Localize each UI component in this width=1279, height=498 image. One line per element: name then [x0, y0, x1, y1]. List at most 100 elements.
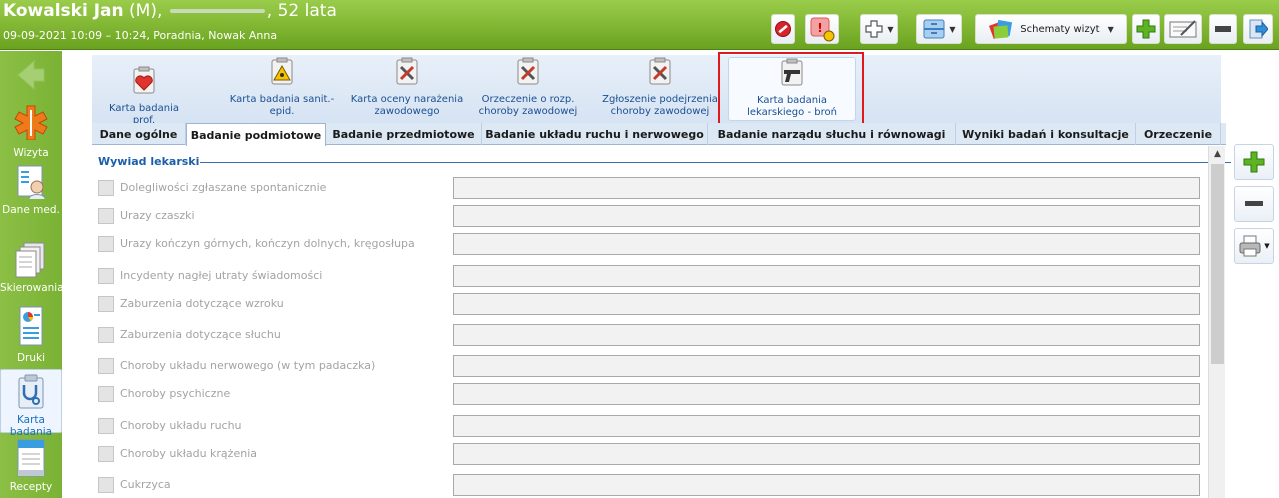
sidebar-item-dane-med[interactable]: Dane med. — [0, 163, 62, 223]
prescription-icon — [17, 439, 45, 477]
patient-age: , 52 lata — [266, 1, 337, 21]
visit-schemes-button[interactable]: Schematy wizyt ▼ — [975, 14, 1127, 44]
ribbon-button-karta-oceny-narazenia[interactable]: Karta oceny narażenia zawodowego — [344, 57, 470, 121]
section-title: Wywiad lekarski — [98, 155, 200, 168]
row-checkbox[interactable] — [98, 446, 114, 462]
archive-button[interactable]: ▼ — [916, 14, 962, 44]
edit-button[interactable] — [1164, 14, 1202, 44]
row-input[interactable] — [453, 383, 1200, 405]
tab-bar: Dane ogólne Badanie podmiotowe Badanie p… — [92, 123, 1226, 147]
remove-button[interactable] — [1209, 14, 1237, 44]
chevron-down-icon: ▼ — [949, 24, 956, 34]
add-button[interactable] — [1132, 14, 1160, 44]
sidebar-item-druki[interactable]: Druki — [0, 305, 62, 371]
ribbon-button-orzeczenie-o-rozp[interactable]: Orzeczenie o rozp. choroby zawodowej — [474, 57, 582, 121]
biohazard-alert-icon: ! — [810, 17, 835, 42]
stethoscope-clipboard-icon — [18, 374, 44, 409]
row-input[interactable] — [453, 265, 1200, 287]
row-label: Cukrzyca — [120, 478, 171, 491]
chevron-down-icon: ▼ — [887, 24, 894, 34]
highlight-box — [718, 52, 864, 128]
tab-badanie-narzadu-sluchu[interactable]: Badanie narządu słuchu i równowagi — [708, 123, 956, 145]
scroll-up-arrow-icon[interactable]: ▲ — [1209, 149, 1226, 163]
form-row: Urazy kończyn górnych, kończyn dolnych, … — [98, 232, 1200, 256]
referrals-icon — [15, 242, 45, 278]
sidebar-label: Skierowania — [0, 282, 64, 294]
medical-record-icon — [17, 165, 46, 200]
sidebar-label: Recepty — [9, 481, 53, 493]
ribbon-label: zawodowego — [374, 106, 440, 117]
scroll-thumb[interactable] — [1211, 164, 1224, 364]
tab-badanie-przedmiotowe[interactable]: Badanie przedmiotowe — [326, 123, 482, 145]
ribbon-label: Zgłoszenie podejrzenia — [602, 94, 718, 105]
ribbon-button-karta-badania-prof[interactable]: Karta badania prof. — [98, 57, 190, 126]
row-label: Choroby układu nerwowego (w tym padaczka… — [120, 359, 376, 372]
exit-button[interactable] — [1243, 14, 1273, 44]
sidebar-label: Karta badania — [9, 414, 53, 438]
sidebar-item-back[interactable] — [0, 58, 62, 92]
sidebar-label: Wizyta — [13, 147, 49, 159]
row-label: Incydenty nagłej utraty świadomości — [120, 269, 323, 282]
sidebar-item-recepty[interactable]: Recepty — [0, 438, 62, 498]
tab-badanie-ukladu-ruchu[interactable]: Badanie układu ruchu i nerwowego — [482, 123, 708, 145]
row-checkbox[interactable] — [98, 386, 114, 402]
row-checkbox[interactable] — [98, 327, 114, 343]
medical-cross-button[interactable]: ▼ — [860, 14, 898, 44]
form-row: Dolegliwości zgłaszane spontanicznie — [98, 176, 1200, 200]
row-input[interactable] — [453, 415, 1200, 437]
row-label: Dolegliwości zgłaszane spontanicznie — [120, 181, 327, 194]
sidebar-item-wizyta[interactable]: Wizyta — [0, 104, 62, 160]
patient-sex: (M), — [129, 1, 163, 21]
sidebar-item-skierowania[interactable]: Skierowania — [0, 241, 64, 301]
row-input[interactable] — [453, 177, 1200, 199]
row-label: Urazy czaszki — [120, 209, 195, 222]
section-divider — [200, 162, 1279, 163]
row-label: Zaburzenia dotyczące wzroku — [120, 297, 284, 310]
row-input[interactable] — [453, 443, 1200, 465]
row-checkbox[interactable] — [98, 236, 114, 252]
tab-dane-ogolne[interactable]: Dane ogólne — [92, 123, 186, 145]
tab-wyniki-badan[interactable]: Wyniki badań i konsultacje — [956, 123, 1136, 145]
form-row: Choroby układu nerwowego (w tym padaczka… — [98, 354, 1200, 378]
redacted-pesel — [169, 9, 265, 13]
vertical-scrollbar[interactable]: ▲ — [1208, 146, 1225, 498]
minus-icon — [1215, 26, 1231, 32]
visit-info: 09-09-2021 10:09 – 10:24, Poradnia, Nowa… — [3, 29, 278, 42]
row-input[interactable] — [453, 205, 1200, 227]
row-checkbox[interactable] — [98, 477, 114, 493]
row-input[interactable] — [453, 293, 1200, 315]
remove-row-button[interactable] — [1234, 186, 1274, 222]
sidebar-item-karta-badania[interactable]: Karta badania — [0, 369, 62, 438]
alert-hazard-button[interactable]: ! — [805, 14, 839, 44]
block-button[interactable] — [771, 14, 795, 44]
form-row: Urazy czaszki — [98, 204, 1200, 228]
ribbon-button-karta-badania-sanit[interactable]: Karta badania sanit.- epid. — [224, 57, 340, 121]
chevron-down-icon: ▼ — [1107, 24, 1114, 34]
add-row-button[interactable] — [1234, 144, 1274, 180]
row-input[interactable] — [453, 233, 1200, 255]
row-checkbox[interactable] — [98, 208, 114, 224]
ribbon-label: Karta badania sanit.- — [229, 94, 335, 105]
ribbon-button-zgloszenie-podejrzenia[interactable]: Zgłoszenie podejrzenia choroby zawodowej — [602, 57, 718, 121]
form-row: Zaburzenia dotyczące wzroku — [98, 292, 1200, 316]
row-label: Zaburzenia dotyczące słuchu — [120, 328, 281, 341]
left-sidebar: Wizyta Dane med. Skierowania Druki Karta… — [0, 51, 64, 498]
row-checkbox[interactable] — [98, 268, 114, 284]
patient-title: Kowalski Jan (M), , 52 lata — [3, 1, 337, 21]
row-input[interactable] — [453, 474, 1200, 496]
row-checkbox[interactable] — [98, 180, 114, 196]
tab-orzeczenie[interactable]: Orzeczenie — [1136, 123, 1221, 145]
row-input[interactable] — [453, 355, 1200, 377]
plus-icon — [1136, 19, 1156, 39]
right-action-panel: ▼ — [1231, 140, 1279, 498]
patient-name: Kowalski Jan — [3, 1, 124, 21]
print-options-button[interactable]: ▼ — [1234, 228, 1274, 264]
back-arrow-icon — [17, 59, 45, 91]
prohibited-icon — [775, 21, 791, 37]
tab-badanie-podmiotowe[interactable]: Badanie podmiotowe — [186, 123, 326, 147]
row-checkbox[interactable] — [98, 358, 114, 374]
ribbon-label: choroby zawodowej — [478, 106, 578, 117]
row-checkbox[interactable] — [98, 296, 114, 312]
row-checkbox[interactable] — [98, 418, 114, 434]
row-input[interactable] — [453, 324, 1200, 346]
